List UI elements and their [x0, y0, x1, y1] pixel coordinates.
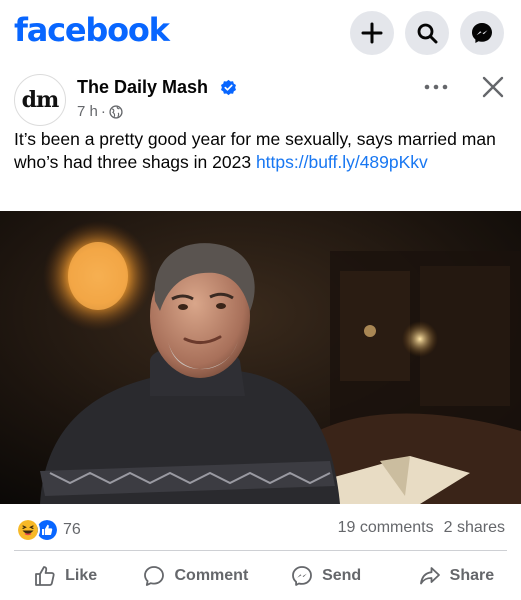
top-bar: facebook: [0, 0, 521, 66]
engagement-counts: 19 comments 2 shares: [338, 519, 505, 537]
caption-link[interactable]: https://buff.ly/489pKkv: [256, 152, 428, 172]
send-button[interactable]: Send: [261, 552, 391, 600]
comment-label: Comment: [174, 567, 249, 584]
messenger-button[interactable]: [460, 11, 504, 55]
facebook-logo[interactable]: facebook: [14, 11, 170, 49]
post-photo[interactable]: [0, 211, 521, 504]
globe-icon: [109, 104, 123, 119]
create-button[interactable]: [350, 11, 394, 55]
share-icon: [419, 567, 440, 585]
post-time[interactable]: 7 h: [77, 103, 98, 120]
post-header: dm The Daily Mash 7 h ·: [0, 66, 521, 126]
more-options-button[interactable]: [418, 72, 454, 102]
post-actions: Like Comment Send Share: [0, 552, 521, 600]
like-label: Like: [65, 567, 98, 584]
hide-post-button[interactable]: [476, 70, 510, 104]
post-caption: It’s been a pretty good year for me sexu…: [14, 128, 512, 174]
divider: [14, 550, 507, 551]
reaction-count: 76: [63, 521, 81, 538]
post-stats: 76 19 comments 2 shares: [0, 504, 521, 551]
send-label: Send: [322, 567, 362, 584]
comment-icon: [144, 566, 165, 586]
comment-button[interactable]: Comment: [130, 552, 260, 600]
thumbs-up-icon: [35, 566, 55, 586]
shares-count[interactable]: 2 shares: [444, 519, 505, 537]
more-horizontal-icon: [424, 84, 448, 90]
reaction-summary[interactable]: 76: [16, 518, 81, 542]
haha-reaction-icon: [16, 518, 40, 542]
share-button[interactable]: Share: [391, 552, 521, 600]
plus-icon: [361, 22, 383, 44]
page-name[interactable]: The Daily Mash: [77, 77, 208, 98]
share-label: Share: [449, 567, 495, 584]
close-icon: [482, 76, 504, 98]
messenger-icon: [472, 23, 492, 43]
avatar[interactable]: dm: [14, 74, 66, 126]
meta-separator: ·: [100, 103, 106, 120]
comments-count[interactable]: 19 comments: [338, 519, 434, 537]
like-button[interactable]: Like: [0, 552, 130, 600]
post-meta: 7 h ·: [77, 103, 123, 120]
search-icon: [417, 23, 438, 44]
avatar-monogram: dm: [21, 87, 60, 113]
messenger-icon: [292, 566, 312, 586]
post-photo-illustration: [0, 211, 521, 504]
verified-badge-icon: [221, 79, 236, 96]
search-button[interactable]: [405, 11, 449, 55]
